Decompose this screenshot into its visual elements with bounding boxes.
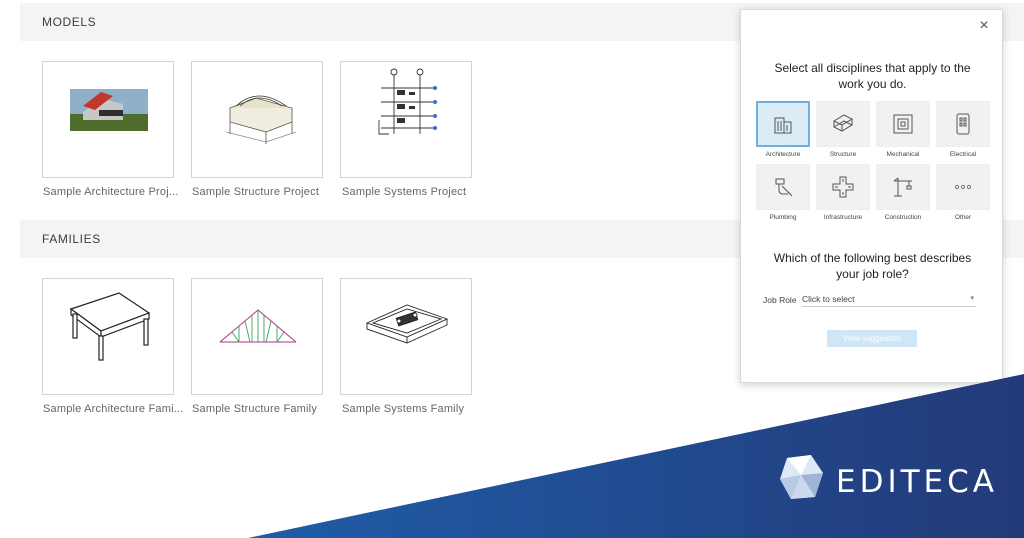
discipline-structure-tile[interactable]: [816, 101, 870, 147]
road-junction-icon: [832, 176, 854, 198]
brand-name: EDITECA: [836, 464, 998, 500]
more-icon: [954, 184, 972, 190]
discipline-electrical-label: Electrical: [949, 151, 977, 158]
faucet-icon: [775, 178, 793, 197]
discipline-mechanical-tile[interactable]: [876, 101, 930, 147]
discipline-other-tile[interactable]: [936, 164, 990, 210]
job-role-select[interactable]: Click to select ▾: [802, 291, 976, 307]
families-title: FAMILIES: [42, 232, 101, 246]
model-card-systems-label: Sample Systems Project: [342, 186, 467, 198]
job-role-label: Job Role: [763, 295, 797, 305]
discipline-prompt-line1: Select all disciplines that apply to the: [774, 61, 971, 75]
family-card-systems-label: Sample Systems Family: [342, 403, 465, 415]
crane-icon: [893, 177, 912, 197]
discipline-construction-label: Construction: [884, 214, 922, 221]
discipline-construction-tile[interactable]: [876, 164, 930, 210]
editeca-logo-icon: [780, 455, 823, 499]
systems-family-thumbnail: [365, 304, 449, 344]
chevron-down-icon: ▾: [970, 295, 974, 302]
job-role-value: Click to select: [802, 294, 855, 304]
discipline-architecture-tile[interactable]: [756, 101, 810, 147]
discipline-mechanical-label: Mechanical: [886, 151, 920, 158]
model-card-systems[interactable]: [340, 61, 472, 178]
building-icon: [774, 117, 792, 134]
truss-family-thumbnail: [219, 309, 297, 343]
discipline-infrastructure-tile[interactable]: [816, 164, 870, 210]
role-question-line2: your job role?: [836, 267, 909, 281]
discipline-other-label: Other: [954, 214, 972, 221]
discipline-prompt-line2: work you do.: [838, 77, 907, 91]
page: MODELS Sample Architecture Proj... Sampl…: [0, 0, 1024, 538]
family-card-architecture-label: Sample Architecture Fami...: [43, 403, 183, 415]
panel-icon: [956, 113, 970, 135]
architecture-project-thumbnail: [70, 89, 148, 131]
duct-icon: [893, 114, 913, 134]
model-card-architecture[interactable]: [42, 61, 174, 178]
family-card-structure[interactable]: [191, 278, 323, 395]
discipline-infrastructure-label: Infrastructure: [823, 214, 863, 221]
model-card-structure-label: Sample Structure Project: [192, 186, 320, 198]
family-card-structure-label: Sample Structure Family: [192, 403, 318, 415]
view-suggestion-button[interactable]: View suggestion: [827, 330, 917, 347]
beam-icon: [832, 114, 854, 132]
discipline-plumbing-tile[interactable]: [756, 164, 810, 210]
structure-project-thumbnail: [225, 95, 297, 144]
discipline-dialog: × Select all disciplines that apply to t…: [740, 9, 1003, 383]
discipline-plumbing-label: Plumbing: [769, 214, 797, 221]
models-title: MODELS: [42, 15, 97, 29]
family-card-architecture[interactable]: [42, 278, 174, 395]
discipline-structure-label: Structure: [829, 151, 857, 158]
model-card-architecture-label: Sample Architecture Proj...: [43, 186, 179, 198]
discipline-electrical-tile[interactable]: [936, 101, 990, 147]
role-question-line1: Which of the following best describes: [773, 251, 972, 265]
model-card-structure[interactable]: [191, 61, 323, 178]
systems-project-thumbnail: [378, 68, 437, 135]
table-family-thumbnail: [69, 292, 151, 361]
family-card-systems[interactable]: [340, 278, 472, 395]
discipline-architecture-label: Architecture: [765, 151, 801, 158]
close-icon[interactable]: ×: [976, 18, 992, 34]
